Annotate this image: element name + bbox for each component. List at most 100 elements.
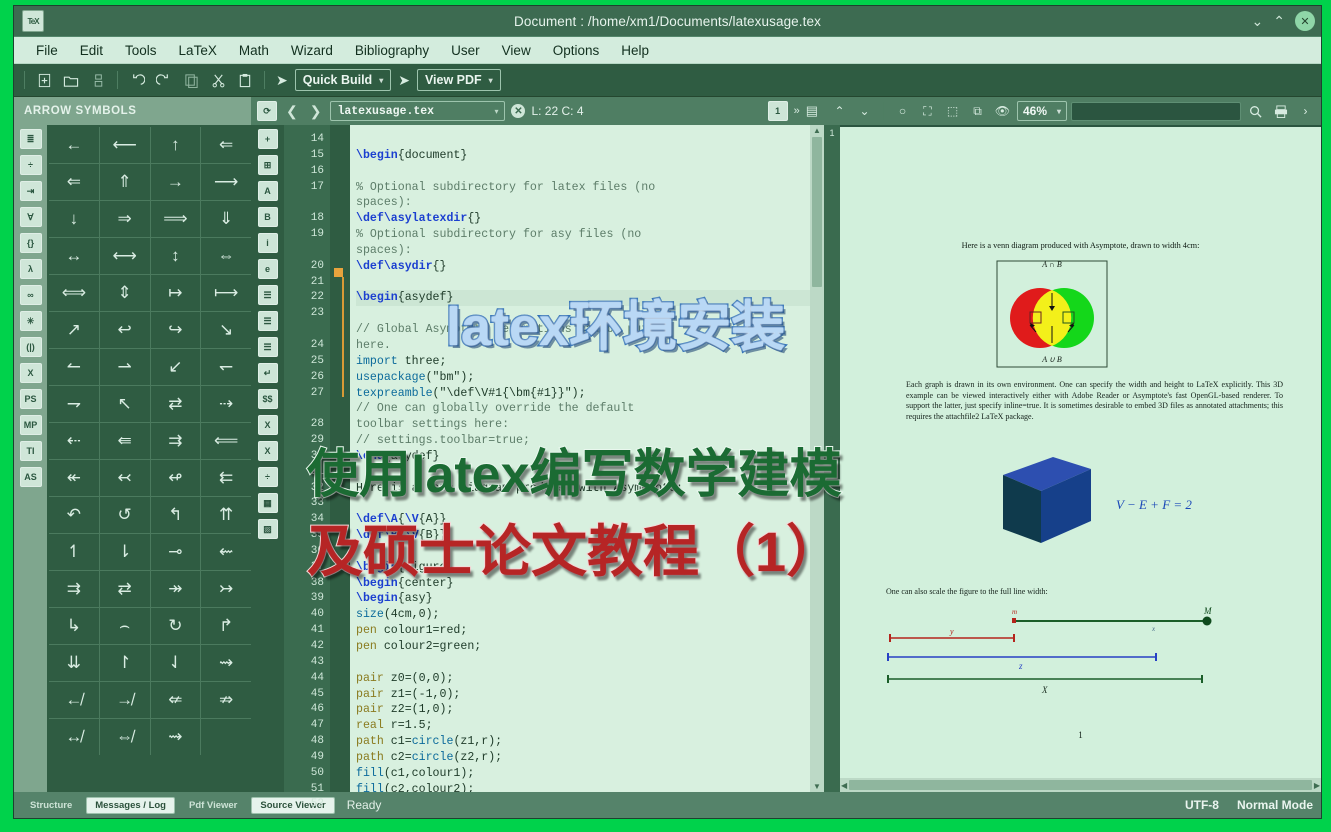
tikz-icon[interactable]: TI bbox=[19, 441, 42, 461]
pdf-fit-icon[interactable]: ○ bbox=[892, 101, 913, 122]
symbol-cell[interactable]: ⇃ bbox=[150, 645, 201, 681]
greek-letters-icon[interactable]: λ bbox=[19, 259, 42, 279]
prev-document-icon[interactable]: ❮ bbox=[283, 103, 301, 120]
more-bookmarks-icon[interactable]: » bbox=[794, 105, 800, 117]
status-mode[interactable]: Normal Mode bbox=[1237, 798, 1313, 812]
symbol-cell[interactable]: ↱ bbox=[201, 608, 251, 644]
menu-latex[interactable]: LaTeX bbox=[169, 40, 227, 61]
status-tab-pdf-viewer[interactable]: Pdf Viewer bbox=[181, 797, 245, 814]
newline-icon[interactable]: ↵ bbox=[257, 363, 278, 383]
menu-user[interactable]: User bbox=[441, 40, 490, 61]
scrollbar-thumb[interactable] bbox=[812, 137, 822, 287]
editor-vertical-scrollbar[interactable]: ▲ ▼ bbox=[810, 125, 824, 792]
symbol-cell[interactable]: ↔ bbox=[49, 238, 99, 274]
symbol-cell[interactable]: ↪ bbox=[150, 312, 201, 348]
pdf-page-up-icon[interactable]: ⌃ bbox=[829, 101, 850, 122]
symbol-cell[interactable]: ↰ bbox=[150, 497, 201, 533]
symbol-cell[interactable]: ⇇ bbox=[201, 460, 251, 496]
symbol-cell[interactable]: ↮ bbox=[49, 719, 99, 755]
menu-edit[interactable]: Edit bbox=[70, 40, 113, 61]
symbol-cell[interactable]: → bbox=[150, 164, 201, 200]
symbol-cell[interactable]: ↙ bbox=[150, 349, 201, 385]
menu-math[interactable]: Math bbox=[229, 40, 279, 61]
pdf-page[interactable]: Here is a venn diagram produced with Asy… bbox=[840, 125, 1321, 792]
symbol-cell[interactable]: ⟶ bbox=[201, 164, 251, 200]
symbol-cell[interactable]: ⇔ bbox=[201, 238, 251, 274]
redo-icon[interactable] bbox=[152, 68, 176, 92]
symbol-cell[interactable]: ↳ bbox=[49, 608, 99, 644]
symbol-cell[interactable]: ⇐ bbox=[49, 164, 99, 200]
close-button[interactable]: ✕ bbox=[1295, 11, 1315, 31]
paste-icon[interactable] bbox=[233, 68, 257, 92]
graphic-icon[interactable]: ▨ bbox=[257, 519, 278, 539]
status-tab-messages-log[interactable]: Messages / Log bbox=[86, 796, 175, 814]
pdf-zoom-combo[interactable]: 46% ▾ bbox=[1017, 101, 1068, 121]
fold-column[interactable] bbox=[330, 125, 350, 792]
symbol-cell[interactable]: ↗ bbox=[49, 312, 99, 348]
delimiters-icon[interactable]: {} bbox=[19, 233, 42, 253]
symbol-cell[interactable]: ↶ bbox=[49, 497, 99, 533]
pdf-fit-page-icon[interactable]: ⛶ bbox=[917, 101, 938, 122]
view-pdf-run-icon[interactable]: ➤ bbox=[394, 72, 414, 89]
copy-icon[interactable] bbox=[179, 68, 203, 92]
symbol-cell[interactable]: ⟼ bbox=[201, 275, 251, 311]
symbol-cell[interactable]: ↖ bbox=[99, 386, 150, 422]
close-document-icon[interactable]: ✕ bbox=[511, 104, 526, 118]
symbol-cell[interactable]: ⇊ bbox=[49, 645, 99, 681]
misc-text-icon[interactable]: ∀ bbox=[19, 207, 42, 227]
table-icon[interactable]: ⊞ bbox=[257, 155, 278, 175]
split-panel-icon[interactable]: ▤ bbox=[806, 103, 818, 119]
symbol-cell[interactable]: ↽ bbox=[201, 349, 251, 385]
symbol-cell[interactable]: ↢ bbox=[99, 460, 150, 496]
symbol-cell[interactable]: ↚ bbox=[49, 682, 99, 718]
symbol-cell[interactable]: ⟹ bbox=[150, 201, 201, 237]
insert-block-icon[interactable]: + bbox=[257, 129, 278, 149]
scrollbar-thumb[interactable] bbox=[849, 780, 1312, 790]
menu-view[interactable]: View bbox=[492, 40, 541, 61]
font-icon[interactable]: A bbox=[257, 181, 278, 201]
relation-symbols-icon[interactable]: ÷ bbox=[19, 155, 42, 175]
pdf-page-down-icon[interactable]: ⌄ bbox=[854, 101, 875, 122]
symbol-cell[interactable]: ↞ bbox=[49, 460, 99, 496]
save-icon[interactable] bbox=[86, 68, 110, 92]
menu-options[interactable]: Options bbox=[543, 40, 610, 61]
symbol-cell[interactable]: ⇀ bbox=[99, 349, 150, 385]
scroll-down-icon[interactable]: ▼ bbox=[813, 782, 821, 791]
new-document-icon[interactable] bbox=[32, 68, 56, 92]
symbol-cell[interactable]: ⇝ bbox=[150, 719, 201, 755]
align-left-icon[interactable]: ☰ bbox=[257, 285, 278, 305]
symbol-cell[interactable]: ⟷ bbox=[99, 238, 150, 274]
menu-bibliography[interactable]: Bibliography bbox=[345, 40, 439, 61]
arrow-symbols-icon[interactable]: ⇥ bbox=[19, 181, 42, 201]
symbol-cell[interactable]: ⇄ bbox=[99, 571, 150, 607]
symbol-cell[interactable]: ⇚ bbox=[99, 423, 150, 459]
math-inline-icon[interactable]: $$ bbox=[257, 389, 278, 409]
italic-icon[interactable]: i bbox=[257, 233, 278, 253]
menu-file[interactable]: File bbox=[26, 40, 68, 61]
symbol-cell[interactable]: ⇉ bbox=[150, 423, 201, 459]
open-file-combo[interactable]: latexusage.tex ▾ bbox=[330, 101, 506, 121]
symbol-cell[interactable]: ↺ bbox=[99, 497, 150, 533]
symbol-cell[interactable]: ↿ bbox=[49, 534, 99, 570]
symbol-cell[interactable]: ⇄ bbox=[150, 386, 201, 422]
bookmark-icon[interactable]: 1 bbox=[767, 101, 788, 121]
matrix-icon[interactable]: ▦ bbox=[257, 493, 278, 513]
symbol-cell[interactable]: ⇠ bbox=[49, 423, 99, 459]
align-center-icon[interactable]: ☰ bbox=[257, 311, 278, 331]
menu-wizard[interactable]: Wizard bbox=[281, 40, 343, 61]
misc-math-icon[interactable]: ✳ bbox=[19, 311, 42, 331]
maximize-button[interactable]: ⌃ bbox=[1273, 13, 1285, 30]
symbol-cell[interactable]: ↫ bbox=[150, 460, 201, 496]
fraction-icon[interactable]: ÷ bbox=[257, 467, 278, 487]
symbol-cell[interactable]: ↓ bbox=[49, 201, 99, 237]
symbol-cell[interactable]: ⇝ bbox=[201, 645, 251, 681]
symbol-cell[interactable]: ⇂ bbox=[99, 534, 150, 570]
symbol-cell[interactable]: ↘ bbox=[201, 312, 251, 348]
minimize-button[interactable]: ⌄ bbox=[1252, 13, 1264, 30]
postscript-icon[interactable]: PS bbox=[19, 389, 42, 409]
emph-icon[interactable]: e bbox=[257, 259, 278, 279]
pdf-preview-eye-icon[interactable]: 👁 bbox=[992, 101, 1013, 122]
symbol-cell[interactable]: ⟵ bbox=[99, 127, 150, 163]
symbol-cell[interactable]: ⇉ bbox=[49, 571, 99, 607]
quick-build-combo[interactable]: Quick Build ▾ bbox=[294, 69, 392, 91]
